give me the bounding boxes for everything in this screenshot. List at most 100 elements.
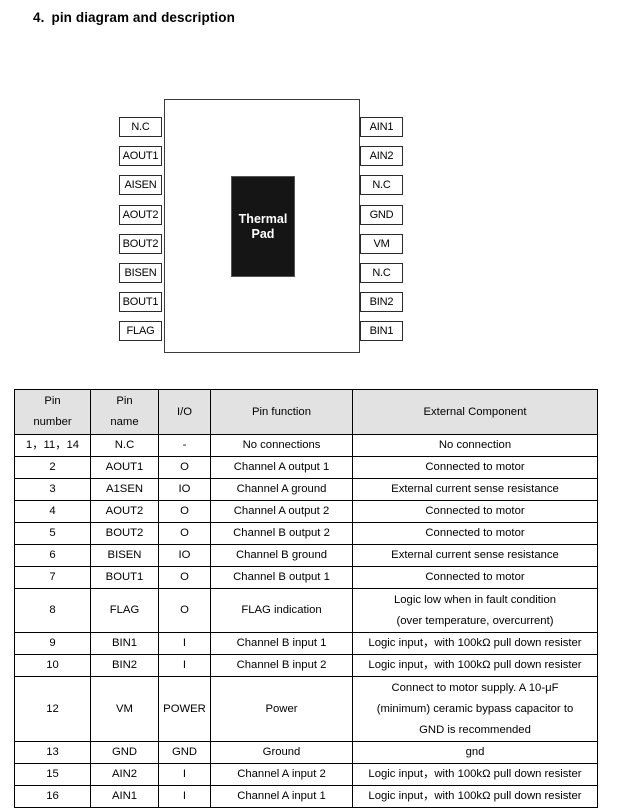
column-header-pin-name-line2: name	[110, 416, 139, 428]
cell-io: O	[158, 522, 211, 545]
pin-label: AOUT1	[122, 150, 159, 163]
cell-external-component: Logic low when in fault condition (over t…	[352, 588, 598, 633]
pin-label: AOUT2	[122, 208, 159, 221]
pin-box-left-2: AOUT1	[119, 146, 162, 167]
thermal-pad-label: Thermal Pad	[239, 212, 288, 242]
cell-external-component: Logic input，with 100kΩ pull down resiste…	[352, 785, 598, 808]
cell-pin-number: 5	[14, 522, 91, 545]
pin-diagram: Thermal Pad N.C AOUT1 AISEN AOUT2 BOUT2 BISEN…	[0, 95, 618, 370]
cell-pin-name: N.C	[90, 434, 159, 457]
cell-pin-name: AOUT2	[90, 500, 159, 523]
pin-label: AIN2	[369, 150, 394, 163]
cell-pin-name: BIN1	[90, 632, 159, 655]
pin-box-left-4: AOUT2	[119, 204, 162, 225]
external-component-line: Connect to motor supply. A 10-μF	[391, 681, 559, 694]
external-component-line: (minimum) ceramic bypass capacitor to	[376, 702, 574, 715]
pin-label: N.C	[131, 121, 150, 133]
thermal-pad-label-line2: Pad	[251, 226, 275, 241]
cell-io: I	[158, 763, 211, 786]
cell-pin-number: 13	[14, 741, 91, 764]
cell-io: I	[158, 632, 211, 655]
cell-external-component: gnd	[352, 741, 598, 764]
cell-pin-name: A1SEN	[90, 478, 159, 501]
table-row: 13 GND GND Ground gnd	[14, 741, 598, 764]
external-component-line: No connection	[438, 439, 512, 451]
pin-label: GND	[369, 208, 394, 221]
pin-box-right-8: BIN1	[360, 321, 403, 342]
table-row: 8 FLAG O FLAG indication Logic low when in f…	[14, 588, 598, 633]
external-component-line: Connected to motor	[425, 571, 525, 583]
cell-pin-number: 6	[14, 544, 91, 567]
pin-box-left-5: BOUT2	[119, 233, 162, 254]
table-row: 3 A1SEN IO Channel A ground External current…	[14, 478, 598, 501]
cell-pin-name: AOUT1	[90, 456, 159, 479]
cell-pin-function: Channel B output 2	[210, 522, 353, 545]
pin-box-right-1: AIN1	[360, 117, 403, 137]
cell-pin-name: AIN1	[90, 785, 159, 808]
cell-pin-number: 10	[14, 654, 91, 677]
cell-io: O	[158, 456, 211, 479]
cell-external-component: Logic input，with 100kΩ pull down resiste…	[352, 654, 598, 677]
cell-io: GND	[158, 741, 211, 764]
cell-pin-number: 2	[14, 456, 91, 479]
cell-external-component: Connected to motor	[352, 522, 598, 545]
pin-label: BIN2	[369, 296, 394, 309]
pin-label: FLAG	[126, 325, 155, 338]
pin-label: BOUT2	[122, 237, 159, 250]
external-component-line: GND is recommended	[419, 723, 531, 736]
pin-box-right-5: VM	[360, 233, 403, 254]
cell-external-component: Connected to motor	[352, 456, 598, 479]
thermal-pad-label-line1: Thermal	[238, 211, 288, 226]
cell-pin-function: Channel B input 1	[210, 632, 353, 655]
column-header-pin-name: Pin name	[90, 389, 159, 435]
pin-box-right-7: BIN2	[360, 292, 403, 313]
cell-pin-function: Channel A output 1	[210, 456, 353, 479]
pin-box-right-4: GND	[360, 204, 403, 225]
pin-label: BISEN	[124, 267, 157, 279]
cell-external-component: Logic input，with 100kΩ pull down resiste…	[352, 632, 598, 655]
cell-external-component: External current sense resistance	[352, 544, 598, 567]
cell-external-component: Logic input，with 100kΩ pull down resiste…	[352, 763, 598, 786]
pin-box-left-8: FLAG	[119, 321, 162, 342]
pin-box-left-1: N.C	[119, 117, 162, 137]
cell-pin-function: Channel A output 2	[210, 500, 353, 523]
table-row: 7 BOUT1 O Channel B output 1 Connected to mo…	[14, 566, 598, 589]
cell-pin-number: 1，11，14	[14, 434, 91, 457]
pin-label: N.C	[372, 267, 391, 279]
pin-label: AIN1	[369, 121, 394, 133]
pin-box-left-3: AISEN	[119, 175, 162, 196]
cell-pin-number: 16	[14, 785, 91, 808]
table-row: 9 BIN1 I Channel B input 1 Logic input，with …	[14, 632, 598, 655]
cell-external-component: Connected to motor	[352, 566, 598, 589]
cell-external-component: External current sense resistance	[352, 478, 598, 501]
pin-box-right-6: N.C	[360, 263, 403, 283]
column-header-pin-number-line1: Pin	[44, 395, 61, 407]
table-row: 16 AIN1 I Channel A input 1 Logic input，with…	[14, 785, 598, 808]
cell-external-component: Connected to motor	[352, 500, 598, 523]
cell-pin-function: Channel B input 2	[210, 654, 353, 677]
pin-label: N.C	[372, 179, 391, 192]
cell-pin-function: Channel B ground	[210, 544, 353, 567]
external-component-line: Logic input，with 100kΩ pull down resiste…	[368, 768, 582, 780]
cell-pin-function: Power	[210, 676, 353, 742]
column-header-pin-function: Pin function	[210, 389, 353, 435]
table-row: 10 BIN2 I Channel B input 2 Logic input，with…	[14, 654, 598, 677]
cell-pin-function: Channel A ground	[210, 478, 353, 501]
pin-label: BOUT1	[122, 296, 159, 309]
column-header-pin-number-line2: number	[33, 416, 72, 428]
cell-io: POWER	[158, 676, 211, 742]
cell-pin-name: VM	[90, 676, 159, 742]
cell-external-component: No connection	[352, 434, 598, 457]
table-row: 5 BOUT2 O Channel B output 2 Connected to mo…	[14, 522, 598, 545]
table-row: 15 AIN2 I Channel A input 2 Logic input，with…	[14, 763, 598, 786]
cell-pin-name: GND	[90, 741, 159, 764]
table-row: 4 AOUT2 O Channel A output 2 Connected to mo…	[14, 500, 598, 523]
cell-pin-number: 15	[14, 763, 91, 786]
thermal-pad: Thermal Pad	[231, 176, 295, 277]
pin-label: AISEN	[124, 179, 157, 192]
external-component-line: External current sense resistance	[391, 549, 559, 561]
table-row: 2 AOUT1 O Channel A output 1 Connected to mo…	[14, 456, 598, 479]
cell-pin-number: 4	[14, 500, 91, 523]
cell-io: IO	[158, 544, 211, 567]
cell-pin-number: 12	[14, 676, 91, 742]
